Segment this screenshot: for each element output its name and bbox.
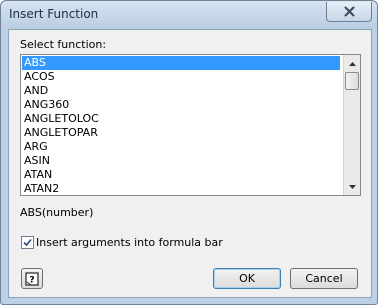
function-list-item[interactable]: AND: [22, 84, 340, 98]
function-list-item[interactable]: ARG: [22, 140, 340, 154]
scroll-thumb[interactable]: [345, 72, 359, 90]
function-list-item[interactable]: ABS: [22, 56, 340, 70]
arrow-up-icon: [348, 61, 356, 66]
function-list-item[interactable]: ATAN: [22, 168, 340, 182]
cancel-button[interactable]: Cancel: [290, 268, 358, 289]
arrow-down-icon: [348, 184, 356, 189]
insert-function-dialog: Insert Function Select function: ABS ACOS…: [0, 0, 378, 305]
close-icon: [344, 6, 354, 17]
function-list-item[interactable]: ANGLETOLOC: [22, 112, 340, 126]
function-list-item[interactable]: ASIN: [22, 154, 340, 168]
function-listbox[interactable]: ABS ACOS AND ANG360 ANGLETOLOC ANGLETOPAR ARG A…: [20, 54, 361, 196]
close-button[interactable]: [326, 2, 372, 22]
svg-text:?: ?: [29, 275, 34, 285]
insert-arguments-label[interactable]: Insert arguments into formula bar: [36, 236, 223, 249]
function-list-item[interactable]: ANGLETOPAR: [22, 126, 340, 140]
dialog-body: Select function: ABS ACOS AND ANG360 ANGLETO…: [8, 29, 372, 298]
function-list: ABS ACOS AND ANG360 ANGLETOLOC ANGLETOPAR ARG A…: [22, 56, 340, 194]
function-list-item[interactable]: ANG360: [22, 98, 340, 112]
insert-arguments-checkbox[interactable]: [21, 236, 34, 249]
scroll-up-button[interactable]: [344, 55, 360, 72]
window-title: Insert Function: [9, 7, 99, 21]
function-signature: ABS(number): [20, 206, 94, 219]
function-list-item[interactable]: ACOS: [22, 70, 340, 84]
vertical-scrollbar[interactable]: [343, 55, 360, 195]
help-icon: ?: [25, 271, 39, 286]
title-bar[interactable]: Insert Function: [1, 1, 377, 29]
checkmark-icon: [23, 238, 32, 247]
scroll-down-button[interactable]: [344, 178, 360, 195]
select-function-label: Select function:: [20, 38, 107, 51]
function-list-item[interactable]: ATAN2: [22, 182, 340, 194]
ok-button[interactable]: OK: [213, 268, 281, 289]
help-button[interactable]: ?: [21, 268, 43, 289]
